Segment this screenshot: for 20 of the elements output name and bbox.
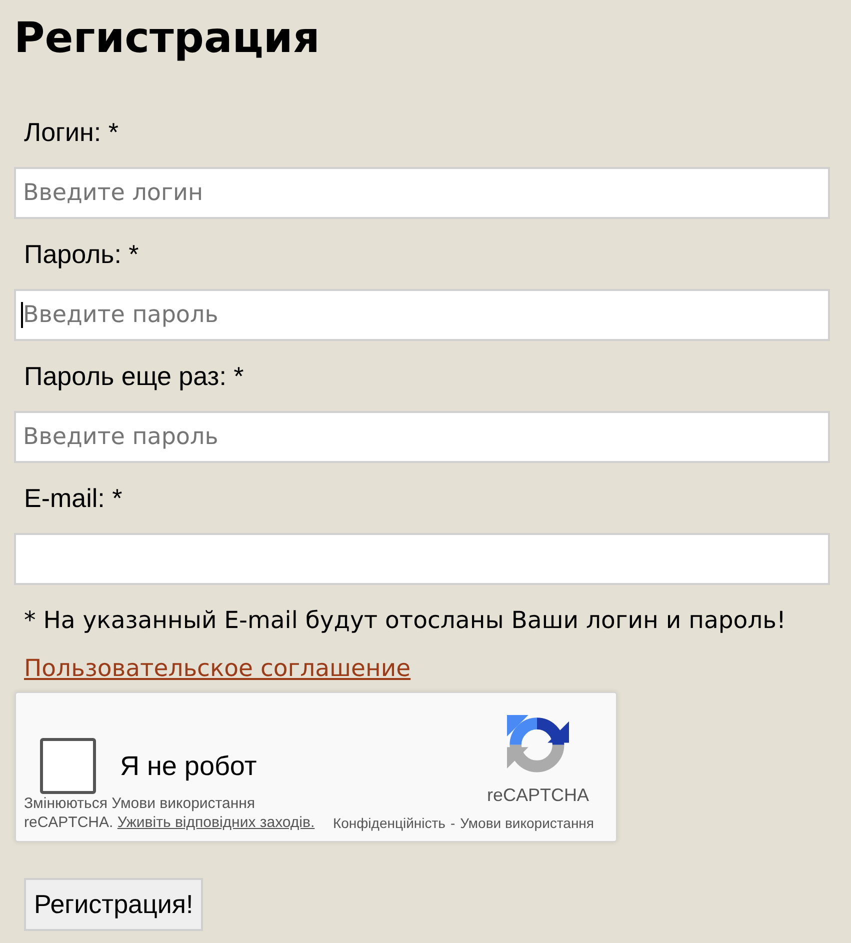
link-separator: - (450, 815, 456, 832)
captcha-checkbox[interactable] (40, 738, 96, 794)
terms-link[interactable]: Умови використання (460, 815, 594, 832)
text-field[interactable] (14, 533, 830, 585)
legal-notice: Змінюються Умови використання reCAPTCHA. Уживіть відповідних заходів. (24, 794, 316, 832)
text-field[interactable]: Введите пароль (14, 411, 830, 463)
captcha-brand: reCAPTCHA (486, 785, 589, 806)
agreement-link[interactable]: Пользовательское соглашение (24, 654, 411, 682)
privacy-link[interactable]: Конфіденційність (332, 815, 446, 832)
note-text: * На указанный E-mail будут отосланы Ваши логин и пароль! (24, 606, 786, 634)
page-title: Регистрация (14, 12, 320, 64)
field-label: Пароль еще раз: * (24, 362, 244, 390)
captcha-label: Я не робот (120, 751, 257, 781)
text-field[interactable]: Введите пароль (14, 289, 830, 341)
field-label: Логин: * (24, 118, 118, 146)
field-label: Пароль: * (24, 240, 139, 268)
field-label: E-mail: * (24, 484, 122, 512)
notice-link[interactable]: Уживіть відповідних заходів. (117, 814, 315, 831)
submit-button[interactable]: Регистрация! (24, 878, 204, 931)
text-field[interactable]: Введите логин (14, 167, 830, 219)
